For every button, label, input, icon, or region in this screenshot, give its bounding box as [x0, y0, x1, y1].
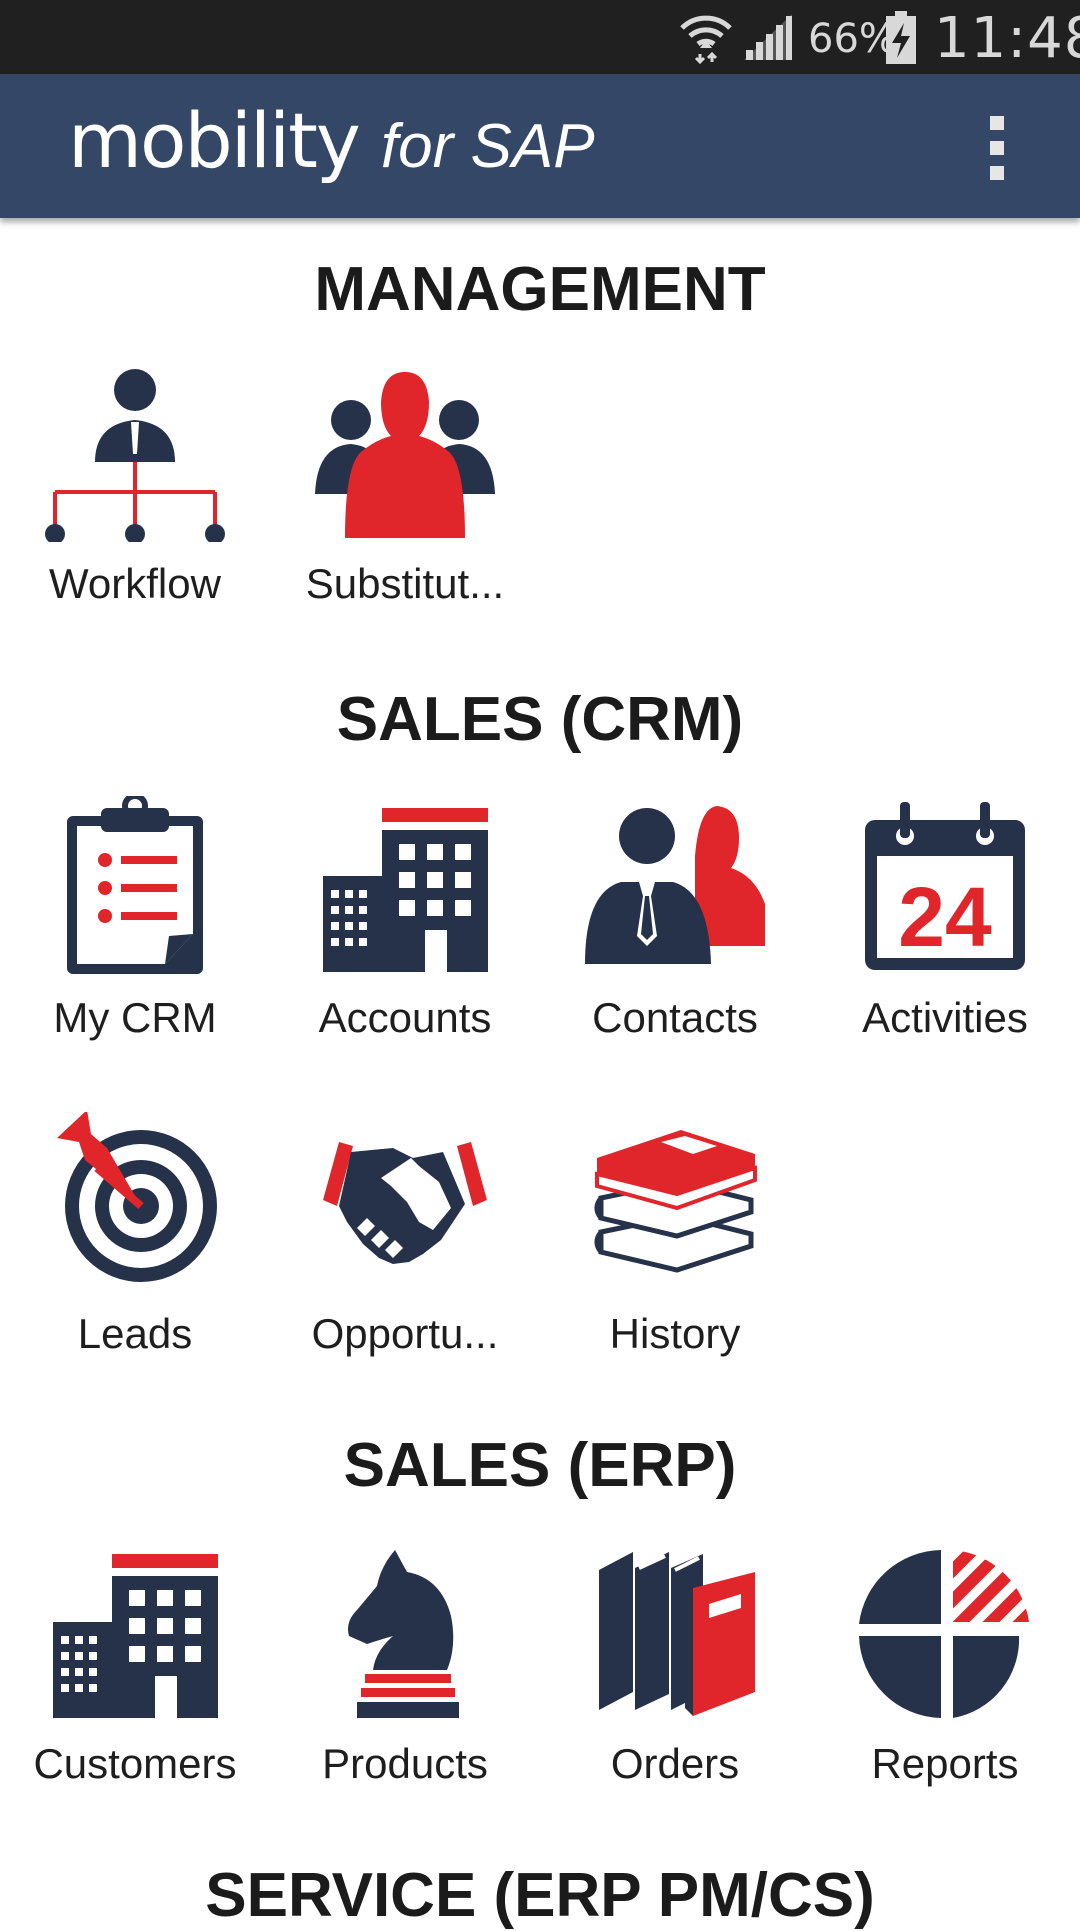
building-icon [323, 808, 488, 972]
pie-chart-icon [859, 1550, 1029, 1718]
clock: 11:48 [934, 6, 1080, 71]
substitution-icon [315, 372, 495, 538]
calendar-day-number: 24 [898, 870, 992, 964]
tile-label: Contacts [592, 994, 758, 1041]
battery-charging-icon [886, 11, 916, 64]
tile-substitution[interactable]: Substitut... [270, 362, 540, 652]
tile-label: Opportu... [311, 1310, 499, 1357]
tile-label: Reports [871, 1740, 1019, 1787]
binders-icon [599, 1552, 755, 1716]
target-icon [57, 1112, 217, 1282]
books-stack-icon [594, 1130, 757, 1273]
tile-label: My CRM [53, 994, 217, 1041]
chess-knight-icon [348, 1550, 459, 1718]
tile-label: Orders [610, 1740, 740, 1787]
app-logo: mobility for SAP [68, 96, 595, 185]
tile-label: Leads [77, 1310, 193, 1357]
tile-label: History [609, 1310, 741, 1357]
tile-contacts[interactable]: Contacts [540, 796, 810, 1086]
status-bar: 66% 11:48 [0, 0, 1080, 74]
brand-main-text: mobility [68, 96, 361, 185]
tile-history[interactable]: History [540, 1112, 810, 1402]
section-title-service: SERVICE (ERP PM/CS) [205, 1861, 875, 1930]
tile-leads[interactable]: Leads [0, 1112, 270, 1402]
tile-customers[interactable]: Customers [0, 1542, 270, 1832]
workflow-icon [45, 369, 225, 542]
tile-label: Activities [862, 994, 1028, 1041]
tile-label: Accounts [318, 994, 492, 1041]
wifi-icon [680, 15, 732, 64]
overflow-menu-icon[interactable] [978, 116, 1014, 180]
section-title-sales-crm: SALES (CRM) [336, 685, 744, 754]
section-title-management: MANAGEMENT [314, 255, 766, 324]
clipboard-icon [67, 796, 203, 974]
contacts-icon [585, 806, 765, 964]
signal-icon [744, 14, 792, 60]
handshake-icon [323, 1142, 487, 1264]
building-icon [53, 1554, 218, 1718]
tile-workflow[interactable]: Workflow [0, 362, 270, 652]
tile-my-crm[interactable]: My CRM [0, 796, 270, 1086]
tile-label: Products [322, 1740, 488, 1787]
section-title-sales-erp: SALES (ERP) [343, 1431, 737, 1500]
app-bar: mobility for SAP [0, 74, 1080, 218]
calendar-icon: 24 [865, 802, 1025, 970]
tile-accounts[interactable]: Accounts [270, 796, 540, 1086]
tile-products[interactable]: Products [270, 1542, 540, 1832]
tile-opportunities[interactable]: Opportu... [270, 1112, 540, 1402]
tile-label: Workflow [49, 560, 221, 607]
brand-sub-text: for SAP [380, 112, 595, 181]
tile-activities[interactable]: 24 Activities [810, 796, 1080, 1086]
tile-label: Substitut... [305, 560, 505, 607]
tile-reports[interactable]: Reports [810, 1542, 1080, 1832]
tile-label: Customers [33, 1740, 237, 1787]
tile-orders[interactable]: Orders [540, 1542, 810, 1832]
